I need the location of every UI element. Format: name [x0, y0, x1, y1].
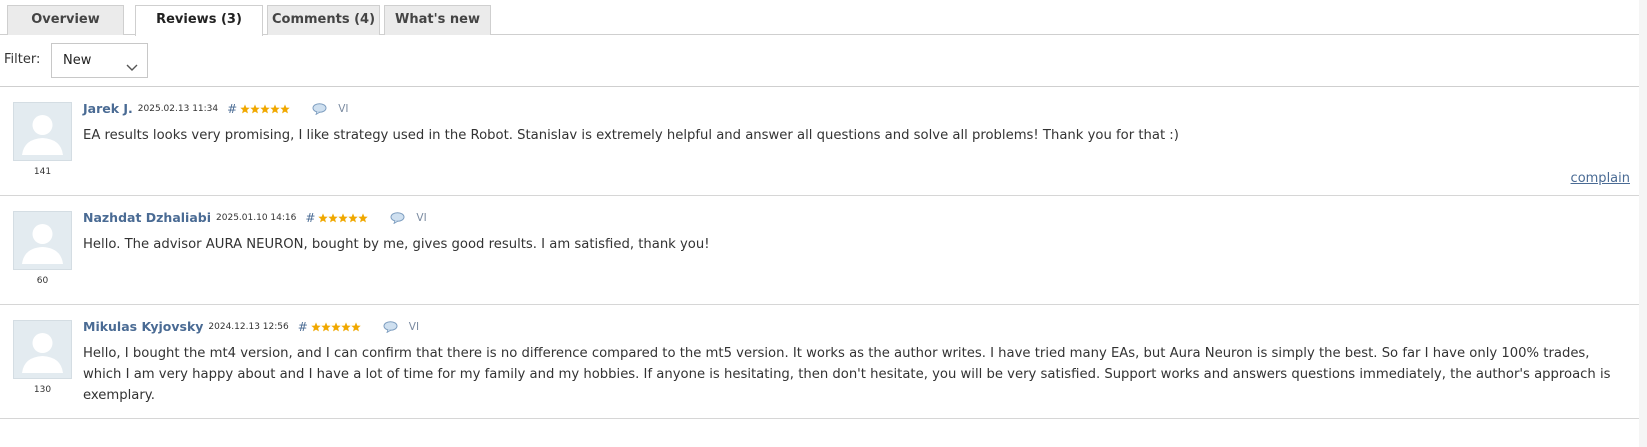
star-icon — [240, 103, 250, 114]
star-rating — [311, 321, 361, 332]
reply-bubble-icon[interactable] — [383, 320, 398, 333]
tab-reviews[interactable]: Reviews (3) — [135, 5, 263, 36]
complain-link[interactable]: complain — [1571, 171, 1630, 186]
review-header: Mikulas Kyjovsky 2024.12.13 12:56 # VI — [83, 319, 419, 335]
star-icon — [351, 321, 361, 332]
scrollbar[interactable] — [1639, 0, 1647, 447]
star-icon — [250, 103, 260, 114]
review-item: 141 Jarek J. 2025.02.13 11:34 # VI EA re… — [0, 87, 1647, 196]
review-header: Nazhdat Dzhaliabi 2025.01.10 14:16 # VI — [83, 210, 427, 226]
filter-bar: Filter: New — [0, 35, 1647, 87]
review-date: 2024.12.13 12:56 — [208, 321, 289, 332]
author-rating: 60 — [36, 276, 49, 286]
star-icon — [321, 321, 331, 332]
filter-selected-value: New — [63, 53, 92, 68]
star-icon — [348, 212, 359, 223]
star-icon — [358, 212, 369, 223]
star-icon — [280, 103, 290, 114]
translate-link[interactable]: VI — [338, 103, 348, 115]
review-item: 130 Mikulas Kyjovsky 2024.12.13 12:56 # … — [0, 305, 1647, 419]
filter-label: Filter: — [4, 52, 41, 67]
review-text: Hello. The advisor AURA NEURON, bought b… — [83, 237, 710, 252]
review-date: 2025.02.13 11:34 — [137, 103, 219, 114]
star-icon — [328, 212, 339, 223]
permalink-hash[interactable]: # — [305, 211, 315, 225]
author-name[interactable]: Mikulas Kyjovsky — [83, 319, 203, 334]
tab-overview[interactable]: Overview — [7, 5, 124, 35]
author-name[interactable]: Jarek J. — [83, 101, 133, 116]
tab-bar: Overview Reviews (3) Comments (4) What's… — [0, 0, 1647, 36]
review-item: 60 Nazhdat Dzhaliabi 2025.01.10 14:16 # … — [0, 196, 1647, 305]
star-rating — [318, 212, 369, 223]
star-icon — [260, 103, 270, 114]
permalink-hash[interactable]: # — [227, 102, 237, 116]
author-rating: 130 — [33, 385, 52, 395]
tab-whats-new[interactable]: What's new — [384, 5, 491, 35]
star-icon — [318, 212, 329, 223]
permalink-hash[interactable]: # — [298, 320, 308, 334]
star-icon — [338, 212, 349, 223]
author-name[interactable]: Nazhdat Dzhaliabi — [83, 210, 211, 225]
tab-comments[interactable]: Comments (4) — [267, 5, 380, 35]
reply-bubble-icon[interactable] — [312, 102, 327, 115]
avatar[interactable] — [13, 211, 72, 270]
author-rating: 141 — [33, 167, 52, 177]
translate-link[interactable]: VI — [416, 212, 426, 224]
avatar[interactable] — [13, 102, 72, 161]
chevron-down-icon — [125, 54, 139, 71]
review-text: Hello, I bought the mt4 version, and I c… — [83, 346, 1611, 403]
review-header: Jarek J. 2025.02.13 11:34 # VI — [83, 101, 348, 117]
star-icon — [341, 321, 351, 332]
reply-bubble-icon[interactable] — [390, 211, 405, 224]
review-text: EA results looks very promising, I like … — [83, 128, 1179, 143]
avatar[interactable] — [13, 320, 72, 379]
star-rating — [240, 103, 290, 114]
translate-link[interactable]: VI — [409, 321, 419, 333]
star-icon — [270, 103, 280, 114]
filter-select[interactable]: New — [51, 43, 148, 78]
star-icon — [311, 321, 321, 332]
star-icon — [331, 321, 341, 332]
review-date: 2025.01.10 14:16 — [216, 212, 297, 223]
